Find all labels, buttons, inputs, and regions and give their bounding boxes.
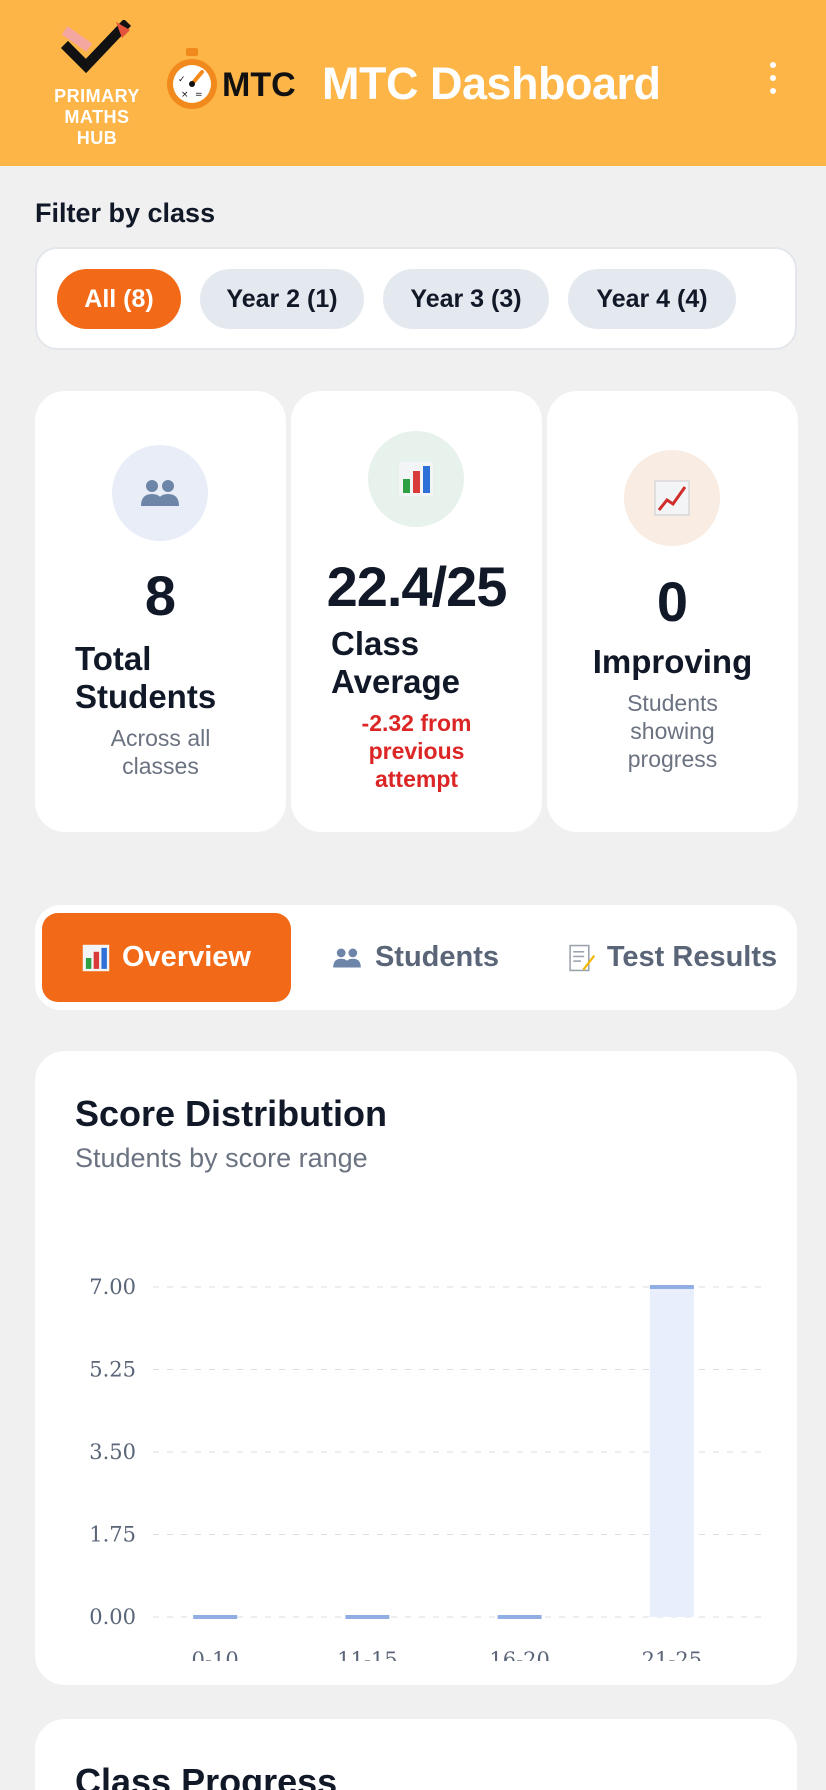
class-filter-bar: All (8) Year 2 (1) Year 3 (3) Year 4 (4) [35,247,797,350]
memo-icon [569,944,595,971]
y-tick-label: 1.75 [89,1523,136,1547]
logo-text: PRIMARY MATHS HUB [54,86,140,148]
improving-value: 0 [656,570,689,633]
y-tick-label: 3.50 [89,1440,136,1464]
class-average-value: 22.4/25 [326,555,508,618]
kebab-menu-icon[interactable] [762,62,784,102]
class-average-delta: -2.32 from previous attempt [361,710,472,792]
trend-up-icon [624,450,720,546]
improving-subtitle: Students showing progress [627,690,718,772]
stat-card-class-average: 22.4/25 Class Average -2.32 from previou… [291,391,542,832]
x-tick-label: 0-10 [192,1648,239,1661]
x-tick-label: 11-15 [337,1648,398,1661]
class-average-title: Class Average [331,625,461,700]
bar-21-25[interactable] [649,1287,694,1617]
x-tick-label: 16-20 [489,1648,550,1661]
app-header: PRIMARY MATHS HUB ✓ × = MTC MTC Dashboar… [0,0,826,166]
total-students-value: 8 [144,564,177,627]
svg-text:✓: ✓ [178,75,186,85]
improving-title: Improving [592,643,753,680]
svg-text:×: × [181,90,189,100]
stat-card-improving: 0 Improving Students showing progress [547,391,798,832]
tab-students[interactable]: Students [315,913,515,1002]
filter-label: Filter by class [35,198,216,228]
stat-card-total-students: 8 Total Students Across all classes [35,391,286,832]
people-icon [112,445,208,541]
y-tick-label: 7.00 [89,1275,136,1299]
mtc-logo-text: MTC [222,66,296,104]
x-tick-label: 21-25 [642,1648,703,1661]
tab-test-results-label: Test Results [606,941,778,973]
y-tick-label: 5.25 [89,1358,136,1382]
score-distribution-card: Score Distribution Students by score ran… [35,1051,797,1685]
tab-test-results[interactable]: Test Results [555,913,789,1002]
filter-chip-all[interactable]: All (8) [57,269,181,329]
y-tick-label: 0.00 [89,1605,136,1629]
stopwatch-icon: ✓ × = [167,48,217,109]
tab-overview[interactable]: Overview [42,913,291,1002]
filter-chip-year-2[interactable]: Year 2 (1) [200,269,364,329]
checkmark-logo-icon [60,20,132,74]
filter-chip-year-4[interactable]: Year 4 (4) [568,269,736,329]
people-icon [333,948,361,967]
tab-students-label: Students [374,941,500,973]
primary-maths-hub-logo[interactable]: PRIMARY MATHS HUB [44,20,150,148]
dashboard-tabs: Overview Students Test Results [35,905,797,1010]
score-distribution-chart: 7.00 5.25 3.50 1.75 0.00 0-10 11-15 16-20 21-25 [89,1275,762,1661]
mtc-logo[interactable]: ✓ × = MTC [164,48,296,116]
total-students-subtitle: Across all classes [110,725,211,779]
class-progress-title: Class Progress [75,1761,338,1790]
chart-subtitle: Students by score range [75,1143,368,1173]
page-title: MTC Dashboard [322,58,661,109]
svg-text:=: = [195,90,203,100]
chart-title: Score Distribution [75,1093,388,1134]
bar-chart-icon [82,944,110,971]
total-students-title: Total Students [75,640,217,715]
filter-chip-year-3[interactable]: Year 3 (3) [383,269,549,329]
class-progress-card: Class Progress [35,1719,797,1790]
bar-chart-icon [368,431,464,527]
tab-overview-label: Overview [122,941,251,973]
